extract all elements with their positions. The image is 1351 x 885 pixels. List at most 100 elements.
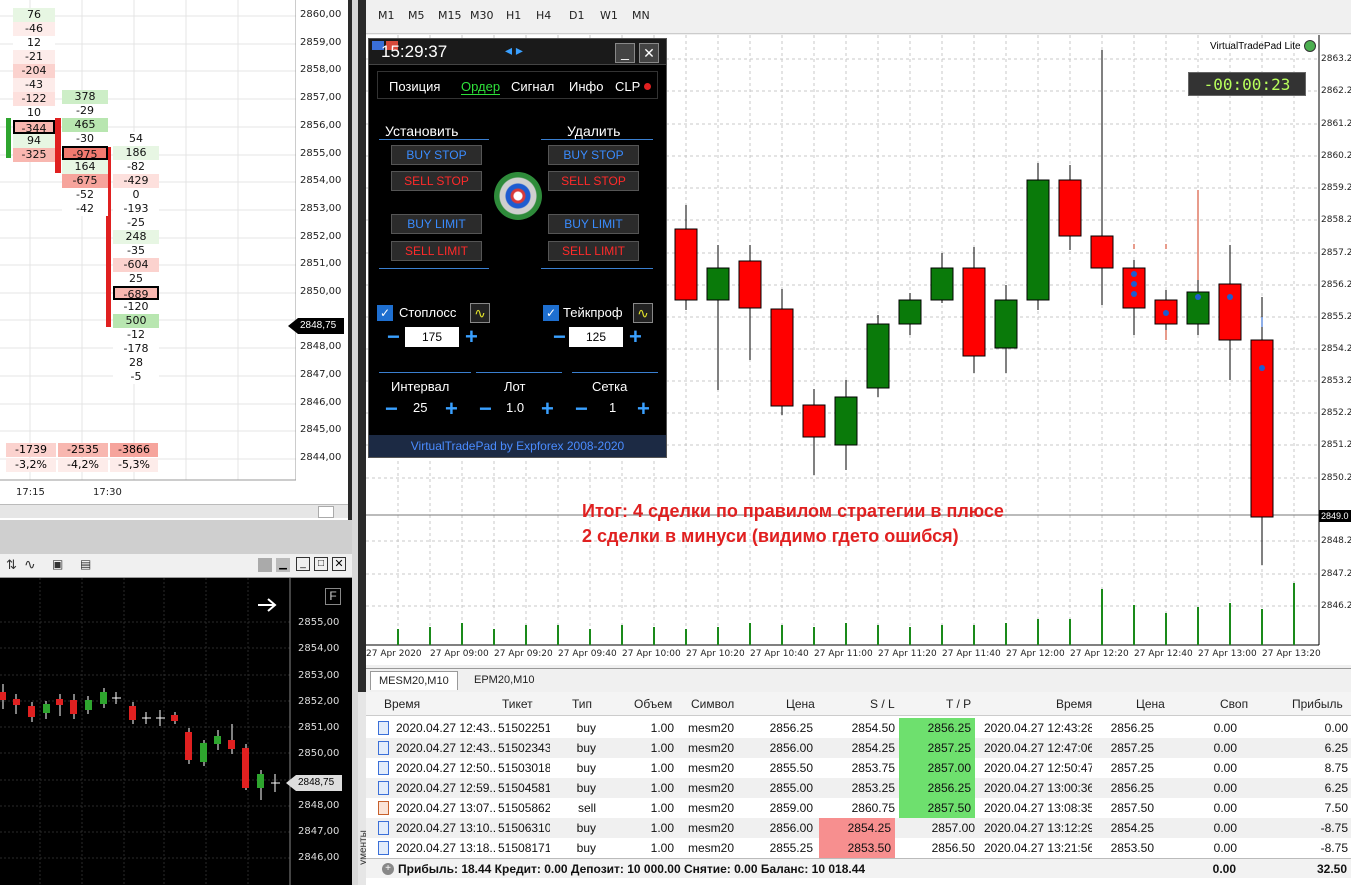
grid-minus-button[interactable]: − (575, 398, 588, 420)
cluster-cell: -122 (13, 92, 55, 106)
scroll-thumb[interactable] (318, 506, 334, 518)
table-row[interactable]: 2020.04.27 12:59... 51504581 buy 1.00 mesm20… (366, 778, 1351, 798)
target-icon[interactable] (494, 172, 542, 220)
timeframe-m15[interactable]: M15 (438, 9, 462, 22)
tradepad-header: 15:29:37 ◂ ▸ _ ✕ (369, 39, 666, 65)
column-volume[interactable]: Объем (634, 692, 672, 716)
stoploss-checkbox[interactable]: ✓ (377, 305, 393, 321)
arrows-icon[interactable]: ◂ ▸ (505, 42, 523, 59)
tab-mesm20[interactable]: MESM20,M10 (370, 671, 458, 690)
takeprofit-checkbox[interactable]: ✓ (543, 305, 559, 321)
interval-plus-button[interactable]: + (445, 398, 458, 420)
tradepad-footer[interactable]: VirtualTradePad by Expforex 2008-2020 (369, 435, 666, 457)
sell-stop-set-button[interactable]: SELL STOP (391, 171, 482, 191)
window-menu-button[interactable]: ▁ (276, 558, 290, 572)
template-icon[interactable]: ▣ (52, 557, 63, 571)
column-type[interactable]: Тип (572, 692, 592, 716)
table-cell: 2856.50 (931, 841, 975, 855)
tab-epm20[interactable]: EPM20,M10 (466, 671, 543, 690)
stoploss-plus-button[interactable]: + (465, 326, 478, 348)
price-label: 2854,00 (300, 175, 342, 186)
tab-info[interactable]: Инфо (569, 79, 603, 94)
grid-plus-button[interactable]: + (637, 398, 650, 420)
interval-value[interactable]: 25 (413, 400, 427, 415)
takeprofit-minus-button[interactable]: − (553, 326, 566, 348)
tab-order[interactable]: Ордер (461, 79, 501, 95)
cluster-cell: -25 (113, 216, 159, 230)
order-icon (378, 821, 389, 835)
timeframe-m1[interactable]: M1 (378, 9, 395, 22)
tab-signal[interactable]: Сигнал (511, 79, 554, 94)
minimize-button[interactable] (258, 558, 272, 572)
table-row[interactable]: 2020.04.27 13:18... 51508171 buy 1.00 mesm20… (366, 838, 1351, 858)
order-icon (378, 721, 389, 735)
column-close-time[interactable]: Время (1056, 692, 1092, 716)
grid-value[interactable]: 1 (609, 400, 616, 415)
sell-limit-delete-button[interactable]: SELL LIMIT (548, 241, 639, 261)
candles-icon[interactable]: ⇅ (6, 557, 17, 573)
tab-position[interactable]: Позиция (389, 79, 440, 94)
buy-stop-delete-button[interactable]: BUY STOP (548, 145, 639, 165)
table-cell: mesm20 (688, 781, 735, 795)
mini-chart-panel[interactable]: F 2855,00 2854,00 2853,00 2852,00 2851,0… (0, 554, 352, 885)
stoploss-input[interactable]: 175 (405, 327, 459, 347)
lot-plus-button[interactable]: + (541, 398, 554, 420)
column-time[interactable]: Время (384, 692, 420, 716)
timeframe-d1[interactable]: D1 (569, 9, 584, 22)
horizontal-scrollbar[interactable] (0, 504, 348, 518)
cluster-cell: -5 (113, 370, 159, 384)
price-label: 2862.2 (1321, 86, 1351, 96)
table-row[interactable]: 2020.04.27 13:07... 51505862 sell 1.00 mesm2… (366, 798, 1351, 818)
price-label: 2851.2 (1321, 440, 1351, 450)
tradepad-panel[interactable]: 15:29:37 ◂ ▸ _ ✕ Позиция Ордер Сигнал Ин… (368, 38, 667, 458)
cluster-cell: 248 (113, 230, 159, 244)
table-row[interactable]: 2020.04.27 12:43... 51502251 buy 1.00 mesm20… (366, 718, 1351, 738)
timeframe-h1[interactable]: H1 (506, 9, 521, 22)
takeprofit-input[interactable]: 125 (569, 327, 623, 347)
wave-icon[interactable]: ∿ (470, 303, 490, 323)
column-sl[interactable]: S / L (870, 692, 895, 716)
column-symbol[interactable]: Символ (691, 692, 734, 716)
buy-limit-set-button[interactable]: BUY LIMIT (391, 214, 482, 234)
table-cell: -8.75 (1320, 841, 1348, 855)
sell-limit-set-button[interactable]: SELL LIMIT (391, 241, 482, 261)
minimize-icon[interactable]: _ (296, 557, 310, 571)
close-icon[interactable]: ✕ (639, 43, 659, 63)
column-profit[interactable]: Прибыль (1292, 692, 1343, 716)
buy-stop-set-button[interactable]: BUY STOP (391, 145, 482, 165)
cluster-cell: -46 (13, 22, 55, 36)
column-price[interactable]: Цена (786, 692, 815, 716)
stoploss-minus-button[interactable]: − (387, 326, 400, 348)
timeframe-h4[interactable]: H4 (536, 9, 551, 22)
takeprofit-plus-button[interactable]: + (629, 326, 642, 348)
sell-stop-delete-button[interactable]: SELL STOP (548, 171, 639, 191)
table-cell: 0.00 (1213, 821, 1237, 835)
close-icon[interactable]: ✕ (332, 557, 346, 571)
table-row[interactable]: 2020.04.27 13:10... 51506310 buy 1.00 mesm20… (366, 818, 1351, 838)
lot-value[interactable]: 1.0 (506, 400, 524, 415)
f-label-box[interactable]: F (325, 588, 341, 605)
buy-limit-delete-button[interactable]: BUY LIMIT (548, 214, 639, 234)
column-swap[interactable]: Своп (1220, 692, 1248, 716)
price-label: 2858,00 (300, 64, 342, 75)
timeframe-w1[interactable]: W1 (600, 9, 618, 22)
time-label: 27 Apr 12:40 (1134, 649, 1193, 659)
properties-icon[interactable]: ▤ (80, 557, 91, 571)
column-tp[interactable]: T / P (946, 692, 971, 716)
tab-clp[interactable]: CLP (615, 79, 640, 94)
maximize-icon[interactable]: □ (314, 557, 328, 571)
wave-icon[interactable]: ∿ (633, 303, 653, 323)
minimize-icon[interactable]: _ (615, 43, 635, 63)
timeframe-m30[interactable]: M30 (470, 9, 494, 22)
lot-minus-button[interactable]: − (479, 398, 492, 420)
cluster-cell: -21 (13, 50, 55, 64)
timeframe-m5[interactable]: M5 (408, 9, 425, 22)
column-ticket[interactable]: Тикет (502, 692, 533, 716)
table-row[interactable]: 2020.04.27 12:43... 51502343 buy 1.00 mesm20… (366, 738, 1351, 758)
table-cell: 51508171 (498, 841, 550, 855)
timeframe-mn[interactable]: MN (632, 9, 650, 22)
column-close-price[interactable]: Цена (1136, 692, 1165, 716)
line-chart-icon[interactable]: ∿ (24, 556, 36, 573)
table-row[interactable]: 2020.04.27 12:50... 51503018 buy 1.00 mesm20… (366, 758, 1351, 778)
interval-minus-button[interactable]: − (385, 398, 398, 420)
